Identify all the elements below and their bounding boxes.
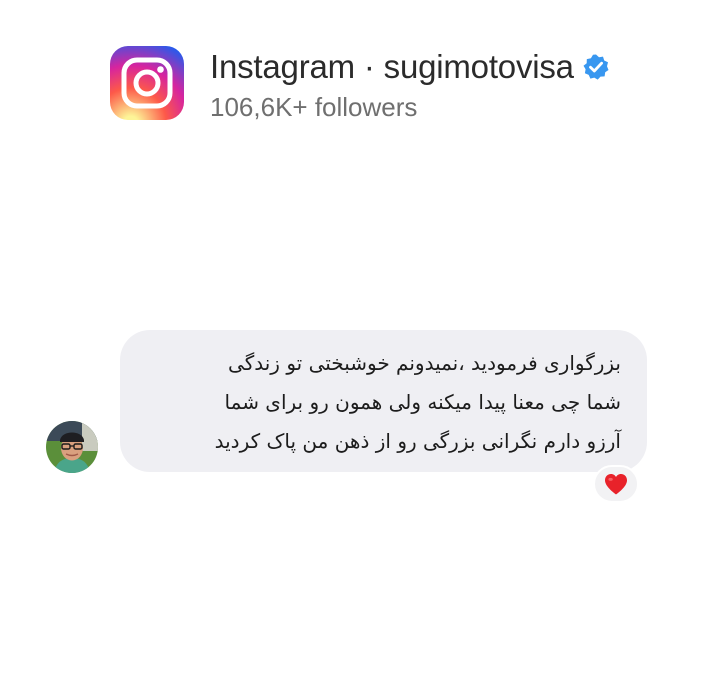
message-line: شما چی معنا پیدا میکنه ولی همون رو برای … (224, 390, 621, 414)
heart-icon (605, 474, 627, 495)
message-line: بزرگواری فرمودید ،نمیدونم خوشبختی تو زند… (228, 351, 621, 375)
instagram-icon[interactable] (110, 46, 184, 120)
reaction-badge[interactable] (593, 465, 639, 503)
user-avatar[interactable] (46, 421, 98, 473)
verified-badge-icon (582, 53, 610, 81)
message-bubble[interactable]: بزرگواری فرمودید ،نمیدونم خوشبختی تو زند… (120, 330, 647, 472)
message-line: آرزو دارم نگرانی بزرگی رو از ذهن من پاک … (214, 429, 621, 453)
account-title[interactable]: Instagram · sugimotovisa (210, 48, 574, 86)
followers-count: 106,6K+ followers (210, 92, 418, 122)
title-row: Instagram · sugimotovisa (210, 48, 610, 86)
chat-header: Instagram · sugimotovisa 106,6K+ followe… (110, 46, 670, 126)
